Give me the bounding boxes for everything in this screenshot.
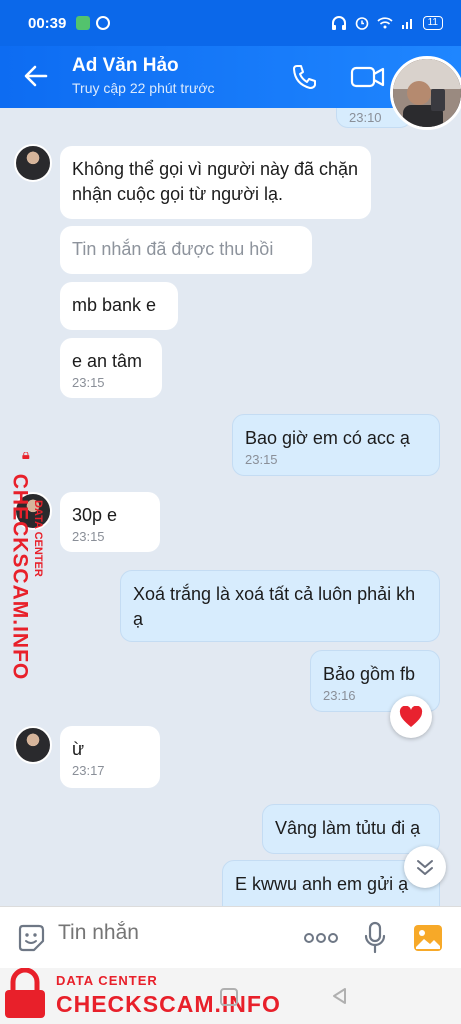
message-text: Xoá trắng là xoá tất cả luôn phải kh ạ <box>133 584 416 629</box>
message-bubble[interactable]: 30p e 23:15 <box>60 492 160 552</box>
nav-back-icon[interactable] <box>330 986 350 1006</box>
message-text: Bảo gồm fb <box>323 664 416 684</box>
status-time: 00:39 <box>28 14 67 32</box>
message-text: ừ <box>72 739 85 759</box>
message-text: E kwwu anh em gửi ạ <box>235 874 409 894</box>
watermark-text: CHECKSCAM.INFO <box>56 991 281 1017</box>
message-text: Tin nhắn đã được thu hồi <box>72 239 274 259</box>
app-notification-icon <box>76 16 91 30</box>
battery-indicator: 11 <box>422 16 443 30</box>
message-bubble[interactable]: Vâng làm tủtu đi ạ <box>262 804 440 854</box>
signal-icon <box>401 19 412 29</box>
headphone-icon <box>331 16 346 30</box>
watermark-text: CHECKSCAM.INFO <box>8 473 32 681</box>
message-time: 23:15 <box>72 375 105 390</box>
message-bubble[interactable]: mb bank e <box>60 282 178 330</box>
message-bubble[interactable]: e an tâm 23:15 <box>60 338 162 398</box>
message-text: 30p e <box>72 505 118 525</box>
status-bar: 00:39 11 <box>0 0 461 46</box>
avatar-photo <box>393 59 461 127</box>
message-time: 23:15 <box>72 529 105 544</box>
message-text: Vâng làm tủtu đi ạ <box>275 818 421 838</box>
video-call-icon[interactable] <box>350 62 386 92</box>
sender-avatar[interactable] <box>14 726 52 764</box>
wifi-icon <box>377 17 393 29</box>
last-seen: Truy cập 22 phút trước <box>72 80 215 96</box>
contact-avatar[interactable] <box>390 56 461 130</box>
double-chevron-down-icon <box>417 860 433 875</box>
chat-header: Ad Văn Hảo Truy cập 22 phút trước <box>0 46 461 130</box>
sender-avatar[interactable] <box>14 144 52 182</box>
watermark-subtext: DATA CENTER <box>56 973 158 988</box>
recalled-message-bubble[interactable]: Tin nhắn đã được thu hồi <box>60 226 312 274</box>
message-input-bar <box>0 906 461 968</box>
message-bubble[interactable]: ừ 23:17 <box>60 726 160 788</box>
alarm-icon <box>355 17 368 30</box>
microphone-icon[interactable] <box>364 921 386 955</box>
scroll-to-bottom-button[interactable] <box>404 846 446 888</box>
reaction-badge[interactable] <box>390 696 432 738</box>
message-text: Không thể gọi vì người này đã chặn nhận … <box>72 159 359 204</box>
contact-name: Ad Văn Hảo <box>72 55 179 76</box>
home-button[interactable] <box>220 988 238 1006</box>
message-text: Bao giờ em có acc ạ <box>245 428 410 448</box>
back-arrow-icon[interactable] <box>22 62 50 90</box>
messenger-icon <box>96 16 111 30</box>
message-bubble[interactable]: Không thể gọi vì người này đã chặn nhận … <box>60 146 371 219</box>
watermark-subtext: DATA CENTER <box>32 500 44 577</box>
message-bubble[interactable]: Bao giờ em có acc ạ 23:15 <box>232 414 440 476</box>
message-time: 23:15 <box>245 452 278 467</box>
message-text: e an tâm <box>72 351 143 371</box>
message-bubble[interactable]: Xoá trắng là xoá tất cả luôn phải kh ạ <box>120 570 440 642</box>
message-time: 23:10 <box>349 110 382 125</box>
more-options-icon[interactable] <box>303 931 339 945</box>
contact-info[interactable]: Ad Văn Hảo Truy cập 22 phút trước <box>72 55 215 96</box>
heart-icon <box>399 706 423 727</box>
sticker-icon[interactable] <box>16 923 46 953</box>
message-list[interactable]: 23:10 Không thể gọi vì người này đã chặn… <box>0 108 461 906</box>
message-input[interactable] <box>58 921 258 945</box>
message-time: 23:17 <box>72 763 105 778</box>
watermark-lock-icon <box>5 968 45 1018</box>
gallery-icon[interactable] <box>412 923 444 953</box>
system-nav-bar: DATA CENTER CHECKSCAM.INFO <box>0 968 461 1024</box>
phone-icon[interactable] <box>290 62 320 92</box>
message-text: mb bank e <box>72 295 157 315</box>
